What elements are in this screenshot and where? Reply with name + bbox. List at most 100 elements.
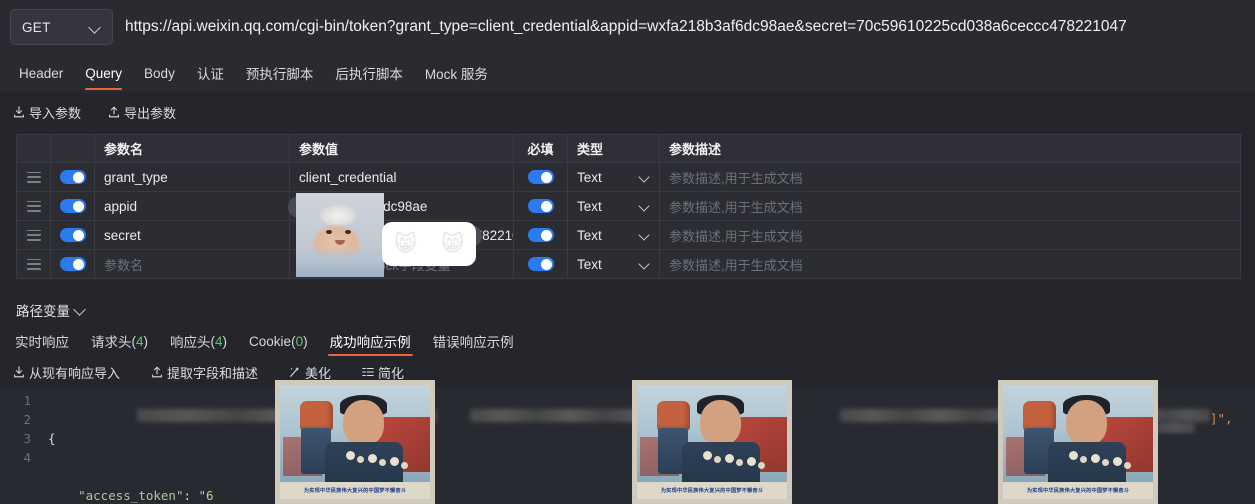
header-value: 参数值: [299, 142, 339, 157]
code-token-key: "access_token": [78, 488, 184, 503]
param-type-label: Text: [577, 256, 602, 272]
param-description-input[interactable]: 参数描述,用于生成文档: [669, 226, 803, 245]
param-name-input[interactable]: grant_type: [104, 170, 168, 185]
row-required-toggle[interactable]: [527, 257, 554, 271]
beautify-label: 美化: [305, 365, 332, 381]
line-number: 4: [23, 450, 31, 465]
tab-realtime-response[interactable]: 实时响应: [4, 326, 80, 356]
line-number: 1: [23, 393, 31, 408]
tab-body[interactable]: Body: [133, 54, 186, 92]
cat-grin-emoji: 😸: [394, 231, 417, 256]
overlay-poster-image: 为实现中华民族伟大复兴的中国梦不懈奋斗: [632, 380, 792, 504]
extract-fields-button[interactable]: 提取字段和描述: [150, 363, 258, 382]
tab-cookie[interactable]: Cookie (0): [238, 326, 319, 356]
chevron-down-icon: [639, 230, 650, 241]
path-variable-section[interactable]: 路径变量: [16, 297, 86, 323]
beautify-button[interactable]: 美化: [288, 363, 331, 382]
drag-handle-icon: [26, 229, 41, 241]
table-row: secret 70c59610225cd038a6ceccc478221047 …: [17, 221, 1240, 250]
import-params-label: 导入参数: [29, 105, 82, 121]
import-params-button[interactable]: 导入参数: [12, 103, 81, 122]
param-type-label: Text: [577, 227, 602, 243]
header-required: 必填: [527, 142, 554, 157]
param-type-select[interactable]: Text: [568, 192, 660, 220]
tab-post-script[interactable]: 后执行脚本: [324, 54, 414, 92]
row-required-toggle[interactable]: [527, 228, 554, 242]
poster-caption: 为实现中华民族伟大复兴的中国梦不懈奋斗: [1026, 487, 1130, 494]
path-variable-label: 路径变量: [16, 304, 70, 319]
line-number-gutter: 1 2 3 4: [0, 388, 40, 504]
row-enable-toggle[interactable]: [59, 199, 86, 213]
header-description: 参数描述: [669, 142, 722, 157]
baby-eye-left: [325, 229, 332, 234]
request-headers-count: 4: [136, 333, 144, 349]
simplify-button[interactable]: 简化: [361, 363, 404, 382]
extract-fields-label: 提取字段和描述: [167, 365, 259, 381]
tab-success-response-example[interactable]: 成功响应示例: [319, 326, 422, 356]
redacted-token-tail: ]",: [1210, 411, 1233, 426]
paren-close: ): [303, 333, 308, 349]
header-name: 参数名: [104, 142, 144, 157]
param-name-input[interactable]: secret: [104, 228, 141, 243]
table-row: grant_type client_credential Text 参数描述,用…: [17, 163, 1240, 192]
param-type-select[interactable]: Text: [568, 221, 660, 249]
tab-mock-service-label: Mock 服务: [424, 67, 488, 82]
param-name-input[interactable]: 参数名: [104, 255, 143, 274]
response-tab-bar: 实时响应 请求头 (4) 响应头 (4) Cookie (0) 成功响应示例 错…: [0, 325, 1255, 356]
table-row: 参数名 参数值,支持mock字段变量 Text 参数描述,用于生成文档: [17, 250, 1240, 279]
tab-success-response-example-label: 成功响应示例: [329, 335, 411, 350]
simplify-label: 简化: [378, 365, 405, 381]
param-type-label: Text: [577, 169, 602, 185]
poster-caption: 为实现中华民族伟大复兴的中国梦不懈奋斗: [303, 487, 407, 494]
tab-error-response-example[interactable]: 错误响应示例: [422, 326, 525, 356]
http-method-label: GET: [22, 19, 51, 35]
import-icon: [12, 365, 26, 379]
tab-auth[interactable]: 认证: [186, 54, 235, 92]
row-required-toggle[interactable]: [527, 170, 554, 184]
drag-handle-icon: [26, 258, 41, 270]
export-params-button[interactable]: 导出参数: [107, 103, 176, 122]
paren-close: ): [143, 333, 149, 349]
header-enable-cell: [51, 135, 95, 162]
tab-pre-script[interactable]: 预执行脚本: [235, 54, 325, 92]
param-name-input[interactable]: appid: [104, 199, 137, 214]
row-enable-toggle[interactable]: [59, 228, 86, 242]
drag-handle[interactable]: [17, 221, 51, 249]
tab-response-headers[interactable]: 响应头 (4): [159, 326, 238, 356]
list-icon: [361, 365, 375, 379]
drag-handle[interactable]: [17, 163, 51, 191]
line-number: 3: [23, 431, 31, 446]
header-type: 类型: [577, 142, 604, 157]
param-description-input[interactable]: 参数描述,用于生成文档: [669, 197, 803, 216]
code-token-punc: :: [183, 488, 191, 503]
tab-pre-script-label: 预执行脚本: [245, 67, 314, 82]
row-enable-toggle[interactable]: [59, 257, 86, 271]
chevron-down-icon: [89, 21, 101, 33]
code-token: {: [48, 431, 56, 446]
table-row: appid wxfa218b3af6dc98ae Text 参数描述,用于生成文…: [17, 192, 1240, 221]
tab-mock-service[interactable]: Mock 服务: [414, 54, 499, 92]
param-value-input[interactable]: client_credential: [299, 170, 397, 185]
chevron-down-icon: [639, 259, 650, 270]
tab-query[interactable]: Query: [74, 54, 133, 92]
chevron-down-icon: [639, 172, 650, 183]
drag-handle[interactable]: [17, 250, 51, 278]
row-required-toggle[interactable]: [527, 199, 554, 213]
param-description-input[interactable]: 参数描述,用于生成文档: [669, 255, 803, 274]
tab-request-headers[interactable]: 请求头 (4): [80, 326, 159, 356]
import-from-existing-response-button[interactable]: 从现有响应导入: [12, 363, 120, 382]
poster-caption-band: 为实现中华民族伟大复兴的中国梦不懈奋斗: [637, 481, 787, 499]
tab-request-headers-label: 请求头: [91, 335, 132, 350]
tab-realtime-response-label: 实时响应: [15, 335, 69, 350]
param-description-input[interactable]: 参数描述,用于生成文档: [669, 168, 803, 187]
tab-auth-label: 认证: [196, 67, 224, 82]
tab-header[interactable]: Header: [8, 54, 74, 92]
url-input[interactable]: https://api.weixin.qq.com/cgi-bin/token?…: [125, 9, 1245, 45]
drag-handle[interactable]: [17, 192, 51, 220]
tab-query-label: Query: [85, 65, 123, 81]
cookie-count: 0: [295, 333, 304, 349]
param-type-select[interactable]: Text: [568, 250, 660, 278]
row-enable-toggle[interactable]: [59, 170, 86, 184]
param-type-select[interactable]: Text: [568, 163, 660, 191]
http-method-select[interactable]: GET: [10, 9, 113, 45]
